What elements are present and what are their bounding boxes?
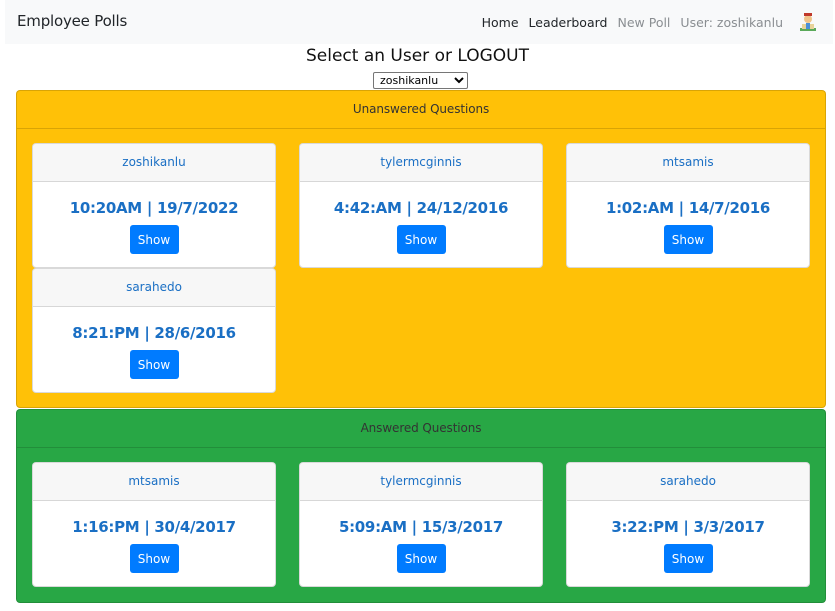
answered-section-title: Answered Questions (17, 410, 825, 448)
question-card: mtsamis 1:02:AM | 14/7/2016 Show (566, 143, 810, 268)
show-button[interactable]: Show (129, 544, 179, 573)
card-author: tylermcginnis (300, 144, 542, 182)
show-button[interactable]: Show (129, 350, 179, 379)
show-button[interactable]: Show (129, 225, 179, 254)
card-timestamp: 1:02:AM | 14/7/2016 (605, 199, 771, 217)
show-button[interactable]: Show (663, 225, 713, 254)
nav-home-link[interactable]: Home (482, 15, 519, 30)
unanswered-section: Unanswered Questions zoshikanlu 10:20AM … (16, 90, 826, 408)
nav-new-poll-link[interactable]: New Poll (617, 15, 670, 30)
card-author: sarahedo (33, 269, 275, 307)
nav-links: Home Leaderboard New Poll User: zoshikan… (472, 0, 819, 44)
card-author: sarahedo (567, 463, 809, 501)
question-card: sarahedo 8:21:PM | 28/6/2016 Show (32, 268, 276, 393)
card-author: tylermcginnis (300, 463, 542, 501)
nav-user-label: User: zoshikanlu (680, 14, 783, 30)
page-title: Select an User or LOGOUT (305, 46, 530, 66)
question-card: tylermcginnis 5:09:AM | 15/3/2017 Show (299, 462, 543, 587)
navbar: Employee Polls Home Leaderboard New Poll… (5, 0, 833, 44)
show-button[interactable]: Show (396, 544, 446, 573)
user-select[interactable]: zoshikanlu (373, 72, 468, 89)
card-timestamp: 3:22:PM | 3/3/2017 (611, 518, 765, 536)
question-card: tylermcginnis 4:42:AM | 24/12/2016 Show (299, 143, 543, 268)
card-timestamp: 4:42:AM | 24/12/2016 (333, 199, 509, 217)
card-author: mtsamis (33, 463, 275, 501)
card-timestamp: 5:09:AM | 15/3/2017 (338, 518, 504, 536)
card-timestamp: 8:21:PM | 28/6/2016 (72, 324, 236, 342)
nav-leaderboard-link[interactable]: Leaderboard (529, 15, 608, 30)
user-avatar-icon (800, 13, 816, 31)
question-card: sarahedo 3:22:PM | 3/3/2017 Show (566, 462, 810, 587)
question-card: zoshikanlu 10:20AM | 19/7/2022 Show (32, 143, 276, 268)
show-button[interactable]: Show (396, 225, 446, 254)
card-timestamp: 1:16:PM | 30/4/2017 (72, 518, 236, 536)
show-button[interactable]: Show (663, 544, 713, 573)
card-author: mtsamis (567, 144, 809, 182)
answered-section: Answered Questions mtsamis 1:16:PM | 30/… (16, 409, 826, 603)
brand-title[interactable]: Employee Polls (17, 12, 127, 30)
card-author: zoshikanlu (33, 144, 275, 182)
card-timestamp: 10:20AM | 19/7/2022 (69, 199, 239, 217)
question-card: mtsamis 1:16:PM | 30/4/2017 Show (32, 462, 276, 587)
unanswered-section-title: Unanswered Questions (17, 91, 825, 129)
